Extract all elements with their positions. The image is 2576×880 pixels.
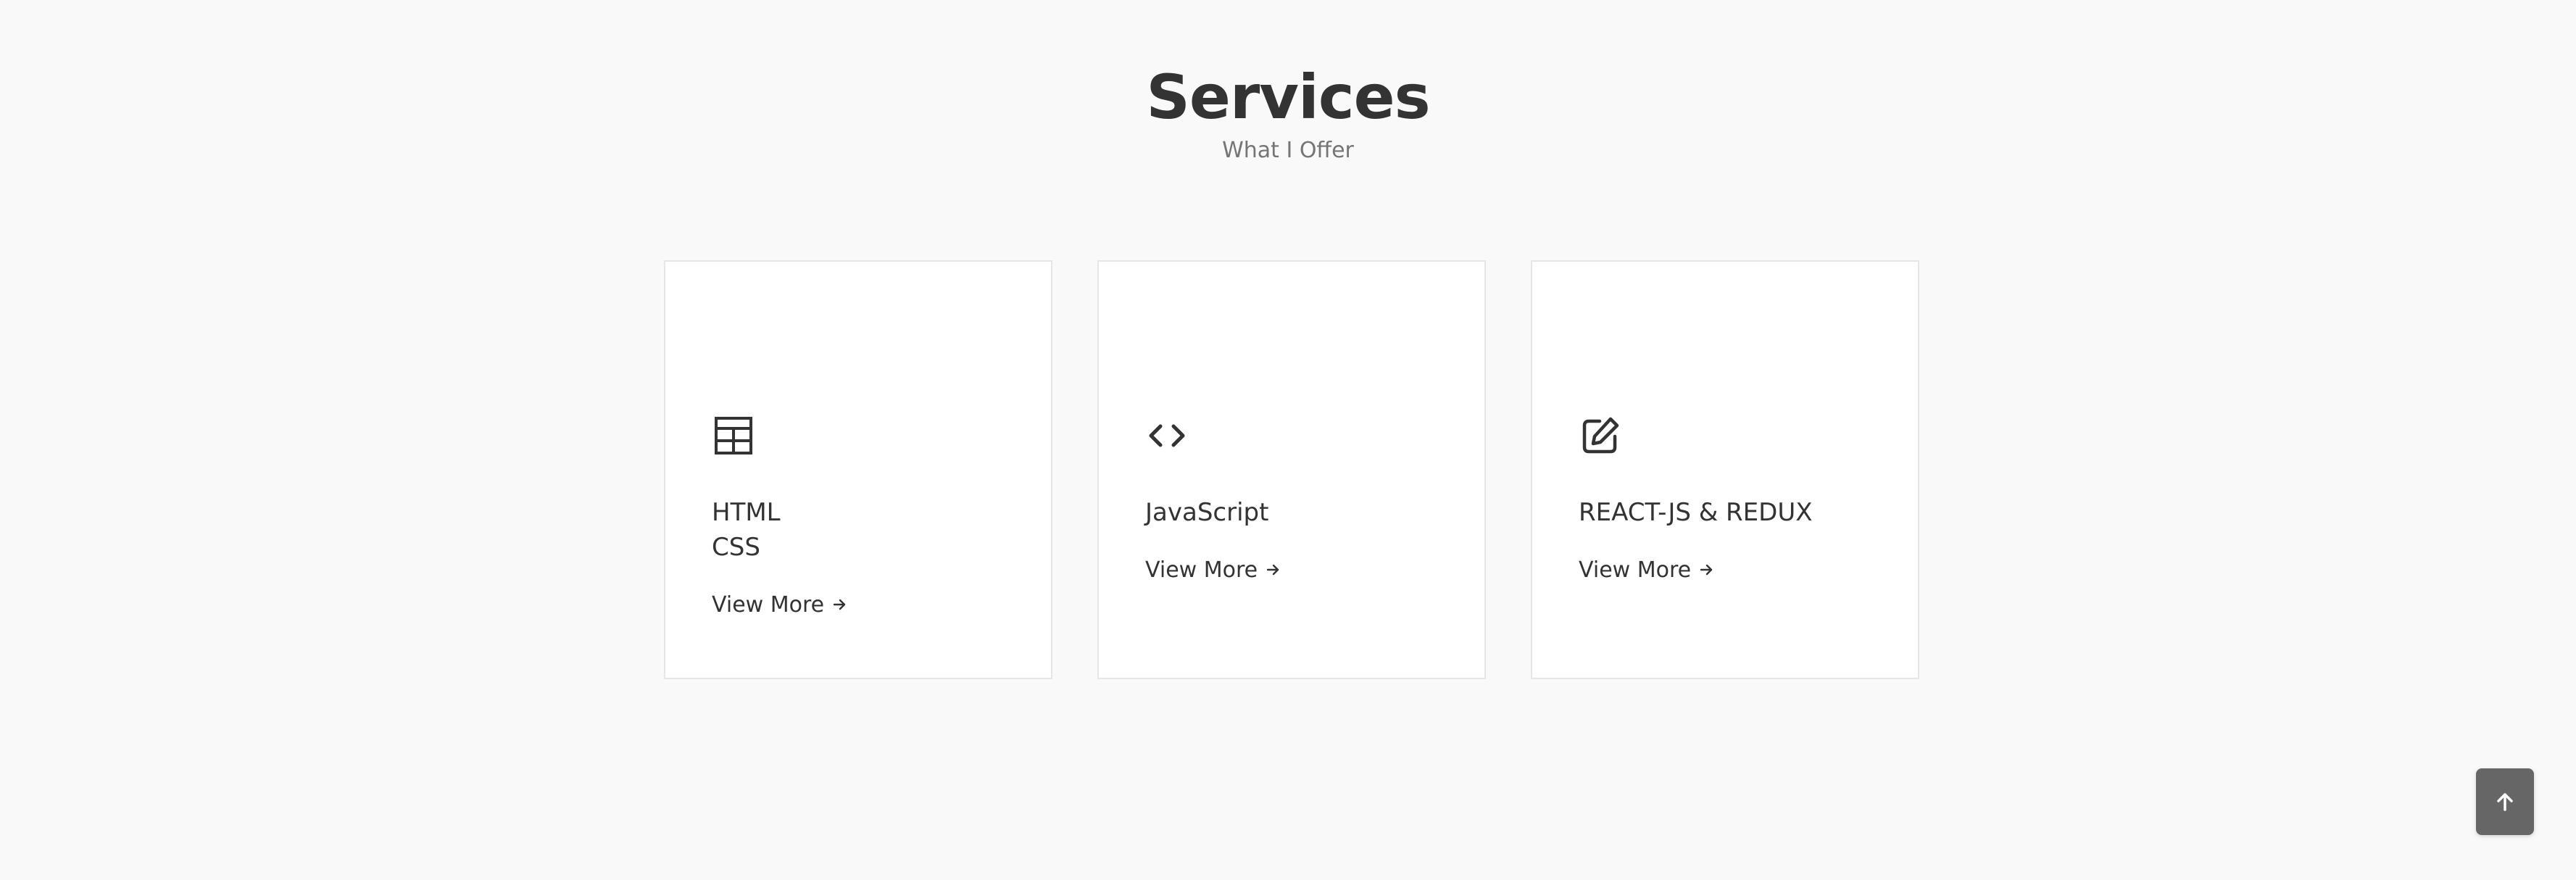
view-more-link[interactable]: View More: [712, 588, 847, 623]
scroll-to-top-button[interactable]: [2476, 768, 2534, 835]
view-more-label: View More: [1145, 557, 1258, 583]
section-title: Services: [1146, 62, 1430, 133]
arrow-right-icon: [831, 597, 847, 613]
arrow-right-icon: [1265, 562, 1281, 578]
view-more-link[interactable]: View More: [1145, 553, 1281, 588]
edit-pencil-icon: [1579, 414, 1622, 457]
arrow-right-icon: [1698, 562, 1714, 578]
service-card-title: JavaScript: [1145, 498, 1269, 527]
arrow-up-icon: [2497, 793, 2513, 811]
service-card-title: REACT-JS & REDUX: [1579, 498, 1813, 527]
view-more-label: View More: [1579, 557, 1692, 583]
service-card-title-line-1: HTML: [712, 498, 781, 527]
view-more-link[interactable]: View More: [1579, 553, 1714, 588]
service-card-react-redux: REACT-JS & REDUX View More: [1531, 260, 1919, 679]
service-card-title: HTML CSS: [712, 495, 1031, 565]
service-card-javascript: JavaScript View More: [1097, 260, 1486, 679]
view-more-label: View More: [712, 592, 825, 618]
service-card-html-css: HTML CSS View More: [664, 260, 1052, 679]
code-brackets-icon: [1145, 414, 1189, 457]
section-subtitle: What I Offer: [1222, 138, 1354, 163]
service-card-title-line-2: CSS: [712, 533, 760, 562]
table-layout-icon: [712, 414, 755, 457]
